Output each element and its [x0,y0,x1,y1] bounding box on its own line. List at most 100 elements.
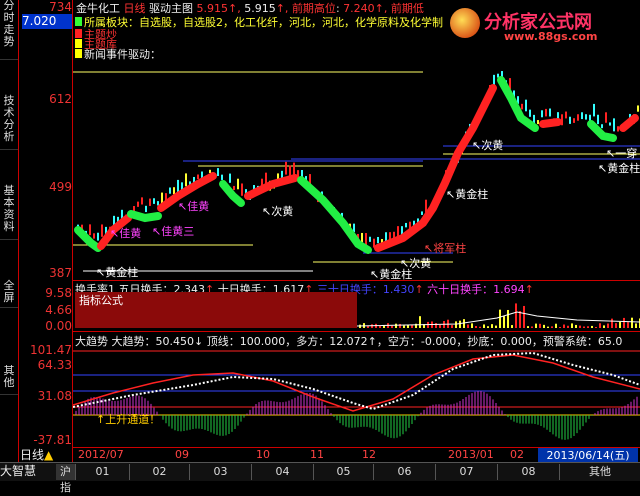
turnover-bar [471,323,473,328]
price-chart [73,71,640,272]
trend-tick-top: 101.47 [30,343,72,357]
panel-divider-2 [73,331,640,332]
turnover-bar [595,326,597,328]
turnover-bar [511,325,513,328]
yellow-square-icon [75,49,82,58]
candle [585,114,587,120]
turnover-bar-group [359,303,640,328]
price-tick-499: 499 [49,180,72,194]
candle [149,198,151,206]
turnover-bar [563,324,565,328]
candle [365,233,367,246]
tab-other[interactable]: 其他 [0,365,18,395]
candle [97,232,99,241]
turnover-bar [539,323,541,328]
annotation-general-pillar: ↖将军柱 [424,242,467,255]
price-cursor-box: 7.020 [22,14,72,29]
turnover-bar [571,323,573,328]
candle [617,126,619,132]
candle [529,109,531,117]
tab-timeshare[interactable]: 分时走势 [0,0,18,60]
candle [601,124,603,129]
candle [153,198,155,204]
bottom-tab-2[interactable]: 02 [130,464,190,480]
x-label-11: 11 [310,448,324,461]
x-label-10: 10 [256,448,270,461]
bottom-tab-3[interactable]: 03 [190,464,252,480]
trend-chart [73,350,640,440]
app-name: 大智慧 [0,464,37,478]
candle [545,108,547,117]
turnover-bar [491,324,493,328]
candle [93,233,95,239]
candle [537,120,539,125]
annotation-best-yellow-1: ↖佳黄 [110,227,142,240]
candle [197,174,199,180]
bottom-tab-other[interactable]: 其他 [560,464,640,480]
bottom-tab-8[interactable]: 08 [498,464,560,480]
formula-panel[interactable]: 指标公式 [75,292,357,328]
candle [541,110,543,118]
turnover-bar [451,325,453,328]
candle [597,114,599,125]
candle [169,187,171,194]
turnover-bar [495,325,497,328]
bottom-tab-6[interactable]: 06 [374,464,436,480]
watermark-url: www.88gs.com [504,30,598,43]
bottom-tab-7[interactable]: 07 [436,464,498,480]
trend-tick-bottom: -37.81 [33,433,72,447]
turnover-bar [507,309,509,328]
candle [137,201,139,207]
candle [369,236,371,242]
turnover-bar [439,324,441,328]
tab-fullscreen[interactable]: 全屏 [0,280,18,308]
turnover-bar [547,326,549,328]
candle [573,118,575,123]
turnover-bar [383,325,385,328]
turnover-bar [483,324,485,328]
turnover-bar [399,323,401,328]
turnover-bar [599,323,601,328]
price-tick-387: 387 [49,266,72,280]
tab-technical-analysis[interactable]: 技术分析 [0,95,18,150]
turnover-bar [555,323,557,328]
candle [233,185,235,191]
trend-tick-mid: 31.08 [37,389,72,403]
turnover-bar [631,317,633,328]
sector-legend: 所属板块：自选股，自选股2，化工化纤，河北，河北，化学原料及化学制 [75,14,443,30]
turnover-bars [357,303,640,328]
turnover-bar [623,317,625,328]
formula-label: 指标公式 [79,294,123,307]
turnover-bar [551,326,553,328]
annotation-golden-pillar-3: ↖黄金柱 [446,188,489,201]
turnover-bar [583,326,585,328]
bottom-tab-5[interactable]: 05 [314,464,374,480]
price-tick-734: 734 [49,0,72,14]
turnover-bar [587,326,589,328]
candles [77,71,639,249]
turnover-bar [467,324,469,328]
candle [209,169,211,174]
candle [293,162,295,175]
trend-tick-upper: 64.33 [37,358,72,372]
turnover-bar [615,323,617,328]
turnover-bar [543,324,545,328]
bottom-tab-0[interactable]: 沪指 [56,464,76,494]
candle [185,173,187,187]
candle [405,222,407,228]
candle [421,211,423,215]
bottom-tab-4[interactable]: 04 [252,464,314,480]
candle [289,165,291,176]
price-tick-612: 612 [49,92,72,106]
period-indicator[interactable]: 日线▲ [0,446,73,462]
date-cursor-box: 2013/06/14(五) [538,448,638,463]
turnover-bar [435,323,437,328]
bottom-tab-1[interactable]: 01 [76,464,130,480]
candle [221,174,223,180]
turnover-bar [527,326,529,328]
turnover-tick-mid: 4.66 [45,303,72,317]
tab-fundamentals[interactable]: 基本资料 [0,185,18,240]
candle [217,168,219,176]
x-label-2012-07: 2012/07 [78,448,124,461]
candle [605,112,607,123]
